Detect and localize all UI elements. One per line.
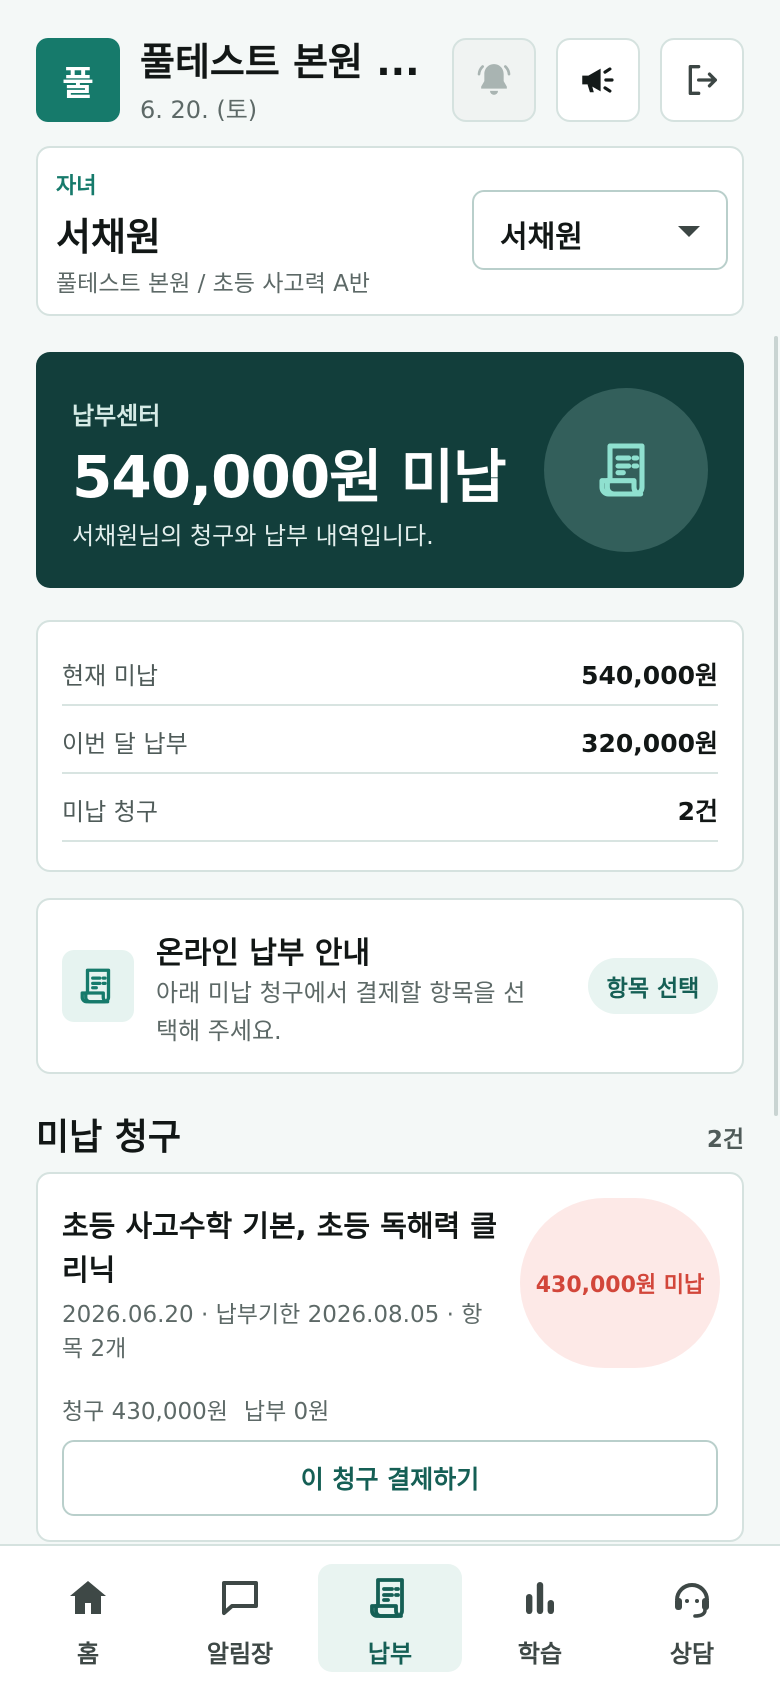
today-date: 6. 20. (토)	[140, 96, 258, 124]
nav-item-learning[interactable]: 학습	[468, 1564, 612, 1672]
nav-item-payment[interactable]: 납부	[318, 1564, 462, 1672]
nav-label: 홈	[76, 1640, 100, 1668]
invoice-billed: 청구 430,000원	[62, 1399, 228, 1425]
notifications-button[interactable]	[452, 38, 536, 122]
summary-row-current-unpaid: 현재 미납 540,000원	[62, 638, 718, 706]
logout-icon	[688, 65, 717, 96]
invoice-amounts: 청구 430,000원 납부 0원	[62, 1392, 345, 1426]
child-class-info: 풀테스트 본원 / 초등 사고력 A반	[56, 271, 370, 297]
app-header: 풀 풀테스트 본원 ... 6. 20. (토)	[36, 38, 744, 125]
info-receipt-badge	[62, 950, 134, 1022]
hero-unpaid-amount: 540,000원 미납	[72, 443, 506, 511]
select-items-button[interactable]: 항목 선택	[588, 958, 718, 1014]
chevron-down-icon	[678, 226, 700, 237]
nav-item-consult[interactable]: 상담	[620, 1564, 764, 1672]
academy-logo: 풀	[36, 38, 120, 122]
payment-summary-card: 현재 미납 540,000원 이번 달 납부 320,000원 미납 청구 2건	[36, 620, 744, 872]
child-select-value: 서채원	[500, 220, 583, 255]
invoice-unpaid-badge: 430,000원 미납	[520, 1198, 720, 1368]
hero-label: 납부센터	[72, 402, 161, 430]
summary-value: 540,000원	[581, 661, 718, 690]
nav-label: 상담	[669, 1640, 715, 1668]
online-payment-info-card: 온라인 납부 안내 아래 미납 청구에서 결제할 항목을 선택해 주세요. 항목…	[36, 898, 744, 1074]
chart-icon	[526, 1582, 554, 1614]
megaphone-icon	[582, 67, 614, 93]
summary-row-month-paid: 이번 달 납부 320,000원	[62, 706, 718, 774]
info-description: 아래 미납 청구에서 결제할 항목을 선택해 주세요.	[156, 979, 526, 1045]
nav-item-notice[interactable]: 알림장	[168, 1564, 312, 1672]
receipt-icon	[80, 968, 111, 1004]
bell-icon	[477, 64, 511, 95]
headset-icon	[675, 1583, 709, 1618]
unpaid-section-count: 2건	[706, 1127, 744, 1153]
child-name: 서채원	[56, 215, 161, 259]
payment-center-page: 풀 풀테스트 본원 ... 6. 20. (토) 자녀 서채원 풀테스트 본원 …	[0, 0, 780, 1688]
pay-invoice-button[interactable]: 이 청구 결제하기	[62, 1440, 718, 1516]
hero-receipt-badge	[544, 388, 708, 552]
payment-hero-card: 납부센터 540,000원 미납 서채원님의 청구와 납부 내역입니다.	[36, 352, 744, 588]
summary-key: 이번 달 납부	[62, 730, 188, 758]
nav-item-home[interactable]: 홈	[16, 1564, 160, 1672]
child-select-dropdown[interactable]: 서채원	[472, 190, 728, 270]
announcements-button[interactable]	[556, 38, 640, 122]
child-label: 자녀	[56, 174, 97, 199]
nav-label: 학습	[517, 1640, 563, 1668]
summary-value: 320,000원	[581, 729, 718, 758]
bottom-nav: 홈 알림장 납부 학습 상담	[0, 1544, 780, 1688]
unpaid-section-title: 미납 청구	[36, 1117, 182, 1158]
nav-label: 납부	[367, 1640, 413, 1668]
summary-row-unpaid-count: 미납 청구 2건	[62, 774, 718, 842]
header-title-group: 풀테스트 본원 ... 6. 20. (토)	[140, 38, 460, 125]
child-card: 자녀 서채원 풀테스트 본원 / 초등 사고력 A반 서채원	[36, 146, 744, 316]
receipt-icon	[370, 1578, 404, 1618]
summary-key: 현재 미납	[62, 662, 158, 690]
academy-title: 풀테스트 본원 ...	[140, 40, 420, 84]
scrollbar[interactable]	[774, 336, 778, 1116]
invoice-card: 초등 사고수학 기본, 초등 독해력 클리닉 2026.06.20 · 납부기한…	[36, 1172, 744, 1542]
hero-description: 서채원님의 청구와 납부 내역입니다.	[72, 522, 434, 550]
nav-label: 알림장	[206, 1640, 274, 1668]
home-icon	[70, 1581, 106, 1614]
message-icon	[222, 1581, 258, 1615]
summary-key: 미납 청구	[62, 798, 158, 826]
info-title: 온라인 납부 안내	[156, 936, 371, 971]
summary-value: 2건	[677, 797, 718, 826]
logout-button[interactable]	[660, 38, 744, 122]
invoice-meta: 2026.06.20 · 납부기한 2026.08.05 · 항목 2개	[62, 1302, 483, 1362]
invoice-title: 초등 사고수학 기본, 초등 독해력 클리닉	[62, 1209, 498, 1287]
receipt-icon	[599, 443, 645, 497]
invoice-paid: 납부 0원	[243, 1399, 330, 1425]
